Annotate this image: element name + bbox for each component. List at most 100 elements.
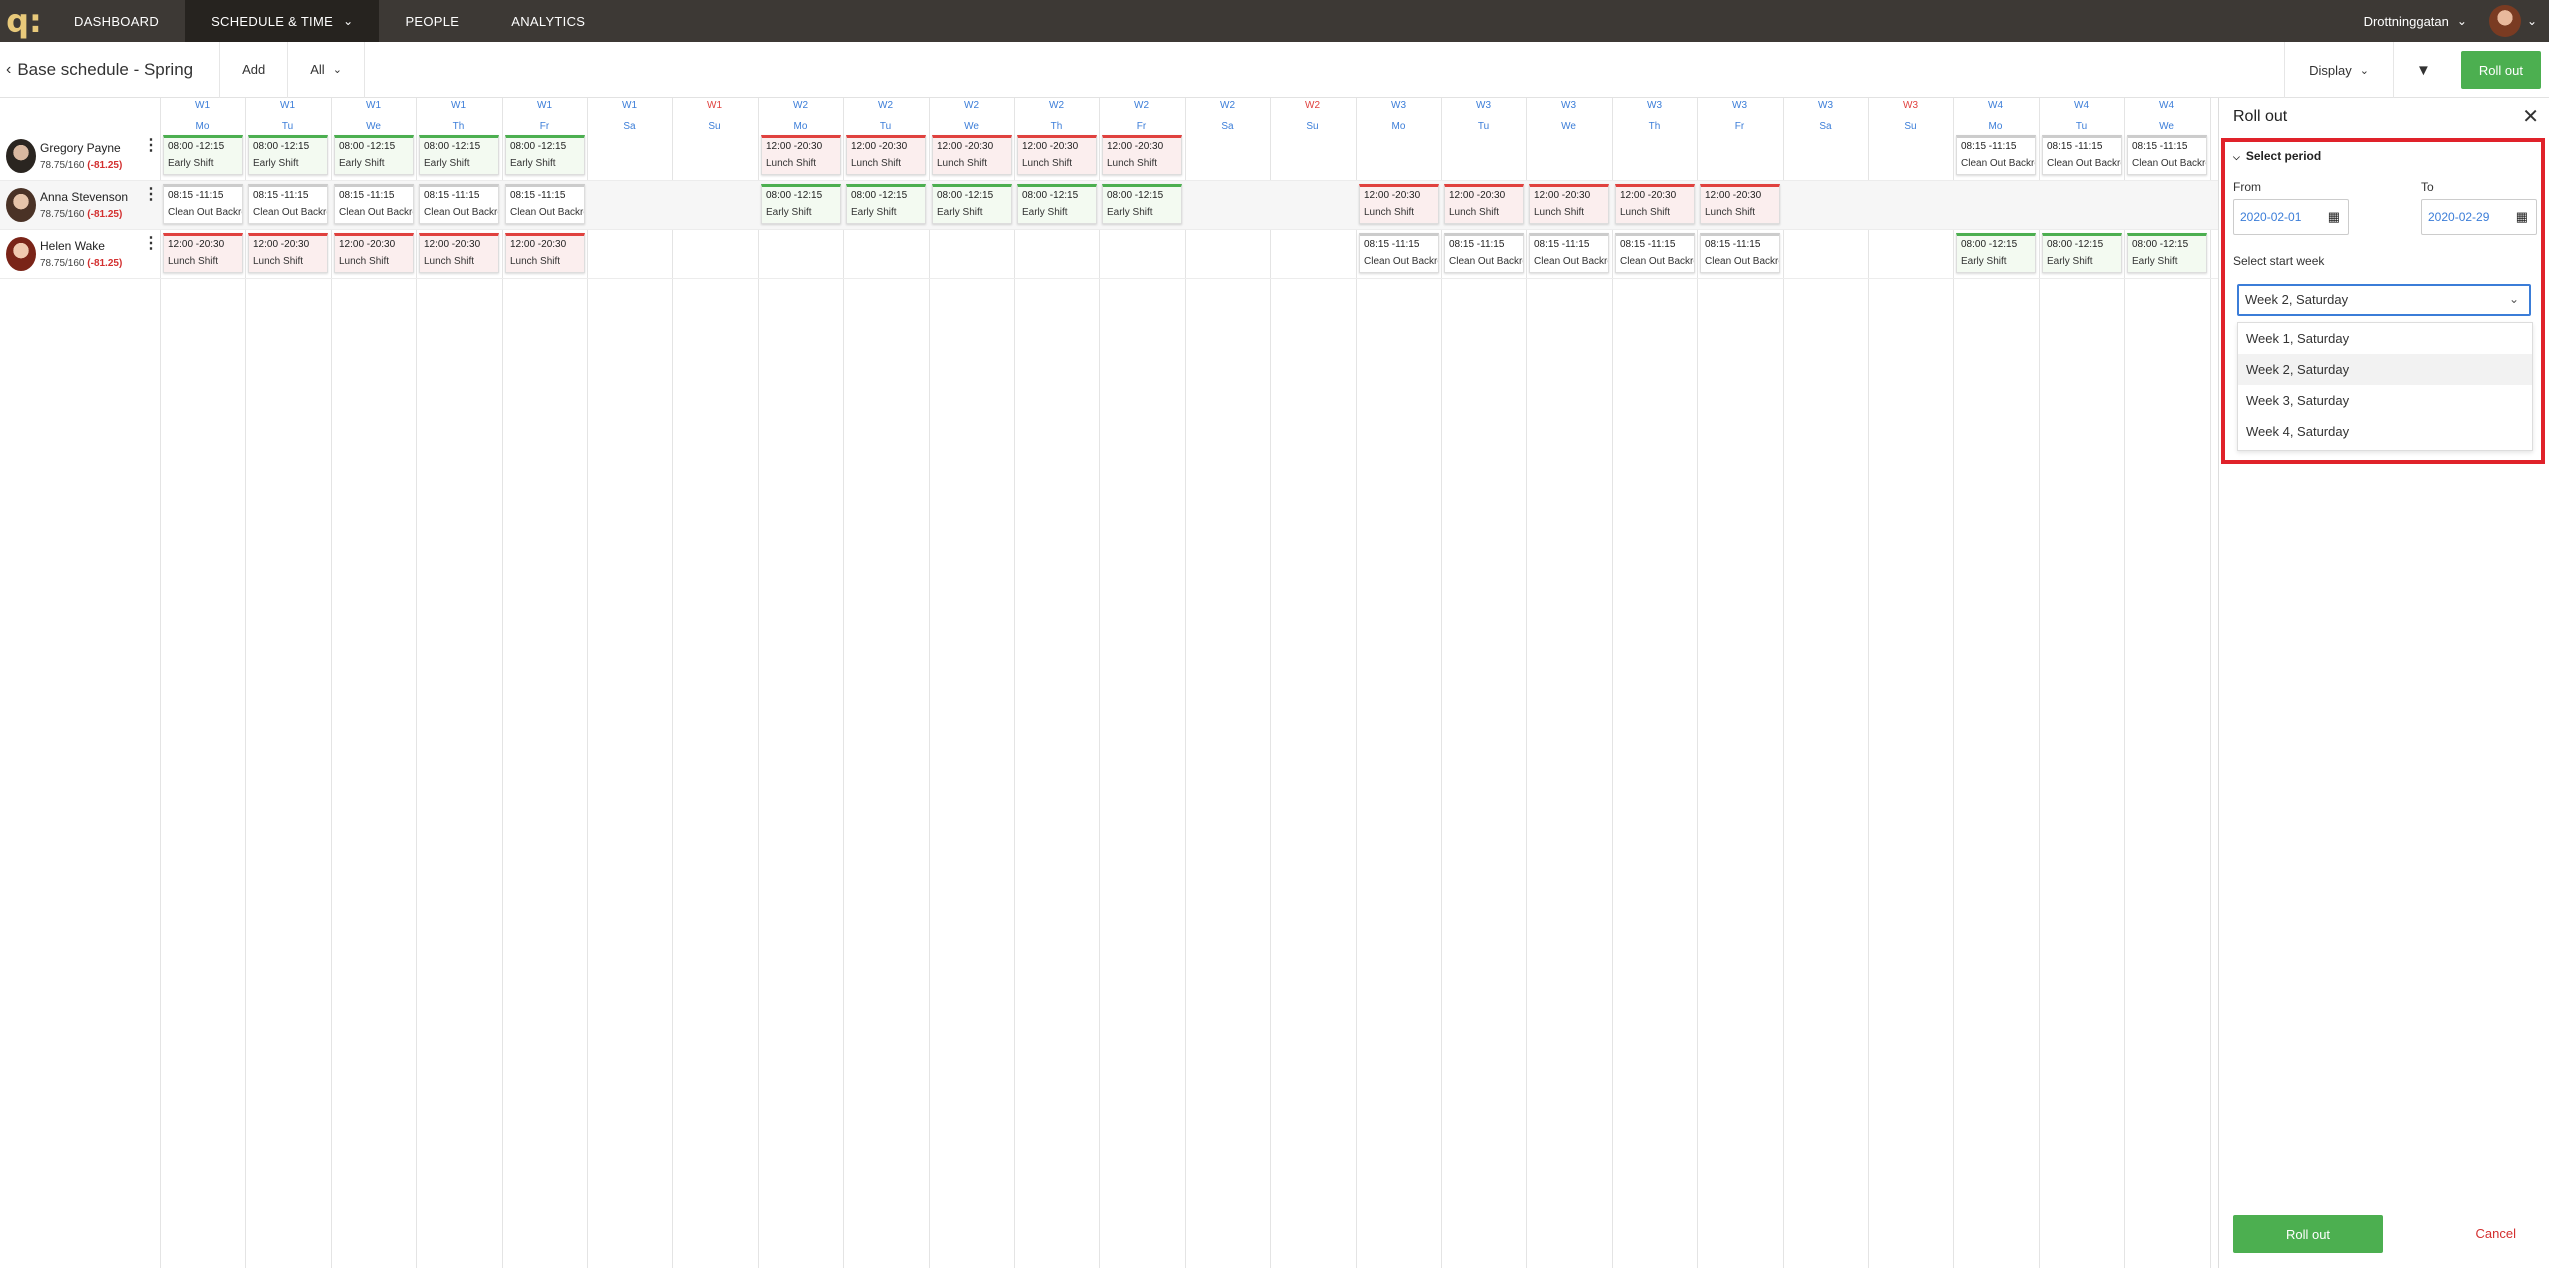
start-week-select[interactable]: Week 2, Saturday ⌄ [2237, 284, 2531, 316]
shift-name: Lunch Shift [1534, 207, 1585, 218]
shift-card[interactable]: 08:00 -12:15 Early Shift [1956, 233, 2036, 273]
shift-time: 12:00 -20:30 [1449, 190, 1506, 201]
shift-card[interactable]: 08:15 -11:15 Clean Out Backroom [248, 184, 328, 224]
shift-card[interactable]: 08:15 -11:15 Clean Out Backroom [1615, 233, 1695, 273]
shift-card[interactable]: 08:00 -12:15 Early Shift [505, 135, 585, 175]
week-option[interactable]: Week 4, Saturday [2238, 416, 2532, 447]
shift-card[interactable]: 08:00 -12:15 Early Shift [1102, 184, 1182, 224]
more-options-icon[interactable]: ⋮ [143, 236, 159, 252]
shift-card[interactable]: 12:00 -20:30 Lunch Shift [1017, 135, 1097, 175]
shift-time: 08:00 -12:15 [510, 141, 567, 152]
shift-card[interactable]: 12:00 -20:30 Lunch Shift [761, 135, 841, 175]
cancel-button[interactable]: Cancel [2476, 1226, 2516, 1241]
shift-card[interactable]: 12:00 -20:30 Lunch Shift [248, 233, 328, 273]
selected-week: Week 2, Saturday [2245, 292, 2349, 307]
nav-analytics[interactable]: ANALYTICS [485, 0, 611, 42]
shift-card[interactable]: 08:00 -12:15 Early Shift [419, 135, 499, 175]
from-date-field[interactable]: 2020-02-01 ▦ [2233, 199, 2349, 235]
shift-name: Clean Out Backroom [424, 207, 498, 218]
chevron-down-icon[interactable]: ⌄ [2527, 14, 2537, 28]
calendar-icon[interactable]: ▦ [2516, 209, 2528, 225]
more-options-icon[interactable]: ⋮ [143, 138, 159, 154]
week-option[interactable]: Week 3, Saturday [2238, 385, 2532, 416]
nav-schedule-time[interactable]: SCHEDULE & TIME ⌄ [185, 0, 380, 42]
nav-dashboard[interactable]: DASHBOARD [48, 0, 185, 42]
shift-card[interactable]: 08:15 -11:15 Clean Out Backroom [419, 184, 499, 224]
shift-card[interactable]: 12:00 -20:30 Lunch Shift [163, 233, 243, 273]
shift-name: Lunch Shift [1705, 207, 1756, 218]
shift-time: 08:15 -11:15 [1620, 239, 1676, 250]
back-arrow-icon[interactable]: ‹ [6, 61, 11, 79]
shift-card[interactable]: 08:00 -12:15 Early Shift [2042, 233, 2122, 273]
day-header: W3 Mo [1356, 98, 1441, 132]
shift-time: 08:15 -11:15 [1705, 239, 1761, 250]
toolbar-right: Display ⌄ ▼ Roll out [2284, 42, 2549, 98]
shift-time: 08:15 -11:15 [253, 190, 309, 201]
app-logo[interactable]: q: [0, 0, 48, 42]
day-header: W3 Th [1612, 98, 1697, 132]
day-header: W3 Fr [1697, 98, 1782, 132]
shift-card[interactable]: 12:00 -20:30 Lunch Shift [1700, 184, 1780, 224]
shift-card[interactable]: 08:00 -12:15 Early Shift [932, 184, 1012, 224]
shift-card[interactable]: 12:00 -20:30 Lunch Shift [932, 135, 1012, 175]
weekday-label: Sa [1221, 121, 1234, 132]
employee-name[interactable]: Anna Stevenson [40, 190, 128, 204]
shift-card[interactable]: 12:00 -20:30 Lunch Shift [1529, 184, 1609, 224]
day-header: W3 Su [1868, 98, 1953, 132]
calendar-icon[interactable]: ▦ [2328, 209, 2340, 225]
close-icon[interactable]: ✕ [2522, 104, 2539, 129]
shift-card[interactable]: 08:15 -11:15 Clean Out Backroom [334, 184, 414, 224]
roll-out-button[interactable]: Roll out [2460, 51, 2541, 89]
display-dropdown[interactable]: Display ⌄ [2284, 42, 2393, 98]
employee-info: Helen Wake 78.75/160 (-81.25) ⋮ [0, 230, 160, 279]
shift-card[interactable]: 12:00 -20:30 Lunch Shift [334, 233, 414, 273]
week-option[interactable]: Week 1, Saturday [2238, 323, 2532, 354]
shift-card[interactable]: 08:15 -11:15 Clean Out Backroom [1956, 135, 2036, 175]
employee-name[interactable]: Gregory Payne [40, 141, 121, 155]
logo-text: q: [6, 2, 42, 40]
shift-card[interactable]: 12:00 -20:30 Lunch Shift [1444, 184, 1524, 224]
nav-people[interactable]: PEOPLE [379, 0, 485, 42]
shift-card[interactable]: 12:00 -20:30 Lunch Shift [1359, 184, 1439, 224]
employee-name[interactable]: Helen Wake [40, 239, 105, 253]
roll-out-submit-button[interactable]: Roll out [2233, 1215, 2383, 1253]
more-options-icon[interactable]: ⋮ [143, 187, 159, 203]
shift-card[interactable]: 08:00 -12:15 Early Shift [248, 135, 328, 175]
filter-icon[interactable]: ▼ [2392, 42, 2453, 98]
shift-card[interactable]: 08:15 -11:15 Clean Out Backroom [2127, 135, 2207, 175]
shift-card[interactable]: 08:00 -12:15 Early Shift [2127, 233, 2207, 273]
shift-card[interactable]: 08:00 -12:15 Early Shift [846, 184, 926, 224]
shift-card[interactable]: 08:15 -11:15 Clean Out Backroom [2042, 135, 2122, 175]
shift-card[interactable]: 08:15 -11:15 Clean Out Backroom [1529, 233, 1609, 273]
shift-card[interactable]: 08:15 -11:15 Clean Out Backroom [1359, 233, 1439, 273]
shift-name: Early Shift [2047, 256, 2093, 267]
shift-time: 08:00 -12:15 [168, 141, 225, 152]
add-button[interactable]: Add [220, 41, 289, 98]
shift-card[interactable]: 12:00 -20:30 Lunch Shift [419, 233, 499, 273]
shift-card[interactable]: 08:15 -11:15 Clean Out Backroom [163, 184, 243, 224]
shift-card[interactable]: 08:15 -11:15 Clean Out Backroom [505, 184, 585, 224]
weekday-label: Tu [1477, 121, 1490, 132]
to-date-field[interactable]: 2020-02-29 ▦ [2421, 199, 2537, 235]
shift-card[interactable]: 12:00 -20:30 Lunch Shift [505, 233, 585, 273]
location-selector[interactable]: Drottninggatan ⌄ [2364, 14, 2467, 29]
day-header: W1 Su [672, 98, 757, 132]
shift-card[interactable]: 08:15 -11:15 Clean Out Backroom [1700, 233, 1780, 273]
shift-card[interactable]: 08:15 -11:15 Clean Out Backroom [1444, 233, 1524, 273]
shift-card[interactable]: 12:00 -20:30 Lunch Shift [846, 135, 926, 175]
week-label: W3 [1391, 100, 1406, 111]
weekday-label: We [964, 121, 979, 132]
shift-card[interactable]: 08:00 -12:15 Early Shift [761, 184, 841, 224]
shift-card[interactable]: 08:00 -12:15 Early Shift [1017, 184, 1097, 224]
select-period-header[interactable]: ⌵ Select period [2233, 149, 2321, 163]
filter-all-dropdown[interactable]: All ⌄ [288, 41, 365, 98]
user-avatar[interactable] [2488, 5, 2521, 37]
weekday-label: Su [708, 121, 721, 132]
shift-card[interactable]: 08:00 -12:15 Early Shift [163, 135, 243, 175]
shift-card[interactable]: 12:00 -20:30 Lunch Shift [1102, 135, 1182, 175]
shift-card[interactable]: 08:00 -12:15 Early Shift [334, 135, 414, 175]
nav-dashboard-label: DASHBOARD [74, 13, 160, 29]
week-option[interactable]: Week 2, Saturday [2238, 354, 2532, 385]
shift-card[interactable]: 12:00 -20:30 Lunch Shift [1615, 184, 1695, 224]
roll-out-submit-label: Roll out [2285, 1226, 2331, 1242]
